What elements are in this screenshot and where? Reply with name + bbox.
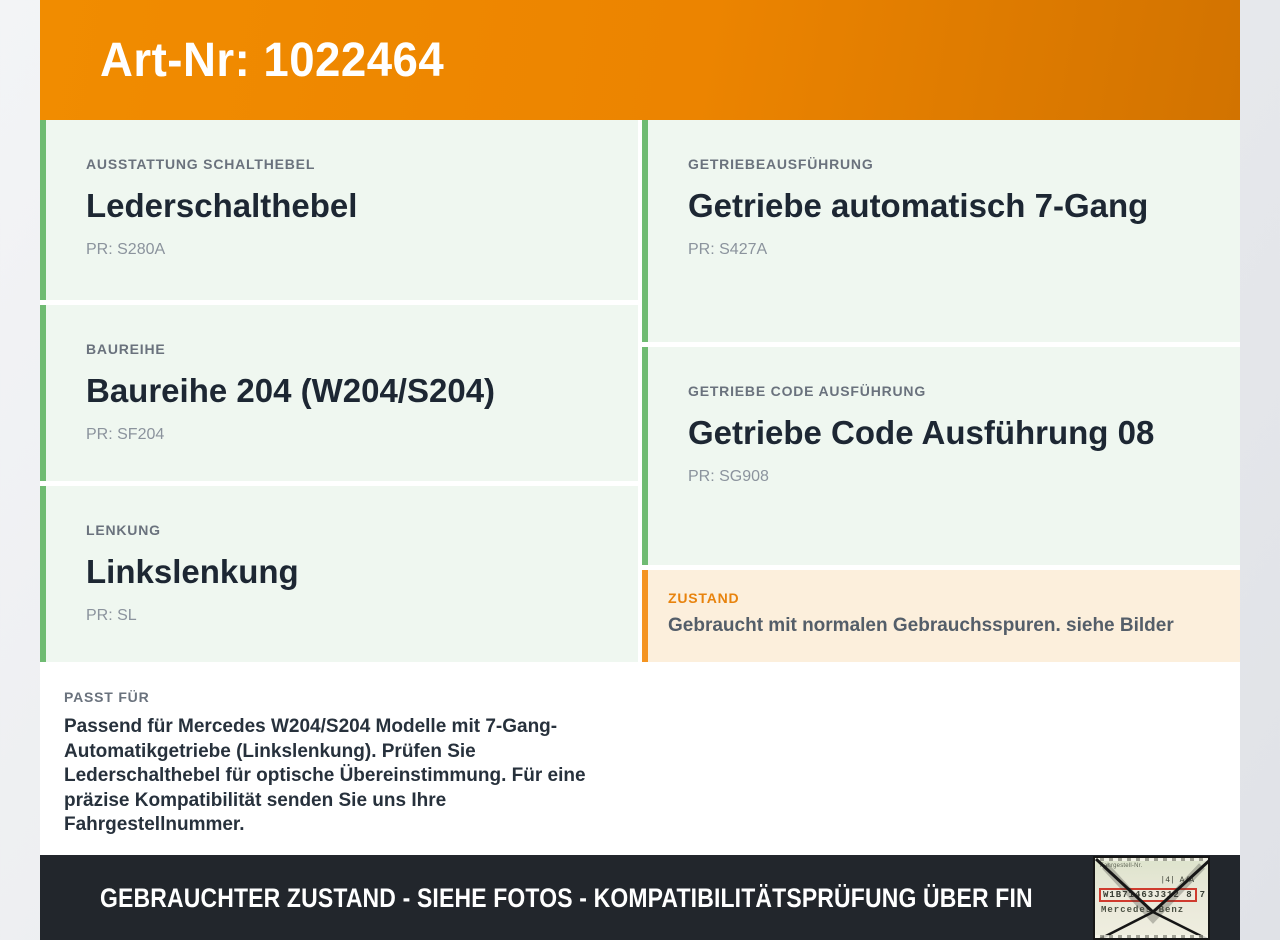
condition-text: Gebraucht mit normalen Gebrauchsspuren. … xyxy=(668,615,1174,636)
header-banner: Art-Nr: 1022464 xyxy=(40,0,1240,120)
product-sheet: Art-Nr: 1022464 AUSSTATTUNG SCHALTHEBEL … xyxy=(40,0,1240,940)
compatibility-text: Passend für Mercedes W204/S204 Modelle m… xyxy=(64,716,586,835)
article-number-title: Art-Nr: 1022464 xyxy=(100,33,445,87)
spec-card-label: GETRIEBE CODE AUSFÜHRUNG xyxy=(688,383,927,399)
spec-card-baureihe: BAUREIHE Baureihe 204 (W204/S204) PR: SF… xyxy=(40,305,638,481)
spec-card-pr-code: PR: SL xyxy=(86,606,137,624)
envelope-icon xyxy=(1095,858,1208,938)
condition-card-label: ZUSTAND xyxy=(668,590,740,606)
spec-card-title: Linkslenkung xyxy=(86,553,299,590)
footer-notice-text: GEBRAUCHTER ZUSTAND - SIEHE FOTOS - KOMP… xyxy=(100,883,1033,913)
spec-card-getriebeausfuehrung: GETRIEBEAUSFÜHRUNG Getriebe automatisch … xyxy=(642,120,1240,342)
spec-card-title: Getriebe automatisch 7-Gang xyxy=(688,187,1149,224)
spec-card-lenkung: LENKUNG Linkslenkung PR: SL xyxy=(40,486,638,662)
spec-card-title: Lederschalthebel xyxy=(86,187,358,224)
spec-card-pr-code: PR: S280A xyxy=(86,240,166,258)
spec-card-title: Baureihe 204 (W204/S204) xyxy=(86,372,496,409)
spec-card-label: LENKUNG xyxy=(86,522,161,538)
spec-card-getriebe-code: GETRIEBE CODE AUSFÜHRUNG Getriebe Code A… xyxy=(642,347,1240,565)
spec-card-label: AUSSTATTUNG SCHALTHEBEL xyxy=(86,156,316,172)
compatibility-card: PASST FÜR Passend für Mercedes W204/S204… xyxy=(40,667,638,855)
spec-column-right: GETRIEBEAUSFÜHRUNG Getriebe automatisch … xyxy=(642,120,1240,855)
spec-card-label: BAUREIHE xyxy=(86,341,166,357)
spec-card-pr-code: PR: SG908 xyxy=(688,467,769,485)
spec-card-ausstattung: AUSSTATTUNG SCHALTHEBEL Lederschalthebel… xyxy=(40,120,638,300)
vehicle-data-card-photo: Fahrgestell-Nr. |4| A/A W1B71463J312 8 7… xyxy=(1093,856,1210,940)
spec-card-pr-code: PR: SF204 xyxy=(86,425,165,443)
compatibility-card-label: PASST FÜR xyxy=(64,689,150,705)
spec-column-left: AUSSTATTUNG SCHALTHEBEL Lederschalthebel… xyxy=(40,120,638,855)
spec-grid: AUSSTATTUNG SCHALTHEBEL Lederschalthebel… xyxy=(40,120,1240,855)
footer-bar: GEBRAUCHTER ZUSTAND - SIEHE FOTOS - KOMP… xyxy=(40,855,1240,940)
spec-card-pr-code: PR: S427A xyxy=(688,240,768,258)
spec-card-title: Getriebe Code Ausführung 08 xyxy=(688,414,1155,451)
spec-card-label: GETRIEBEAUSFÜHRUNG xyxy=(688,156,874,172)
condition-card: ZUSTAND Gebraucht mit normalen Gebrauchs… xyxy=(642,570,1240,662)
